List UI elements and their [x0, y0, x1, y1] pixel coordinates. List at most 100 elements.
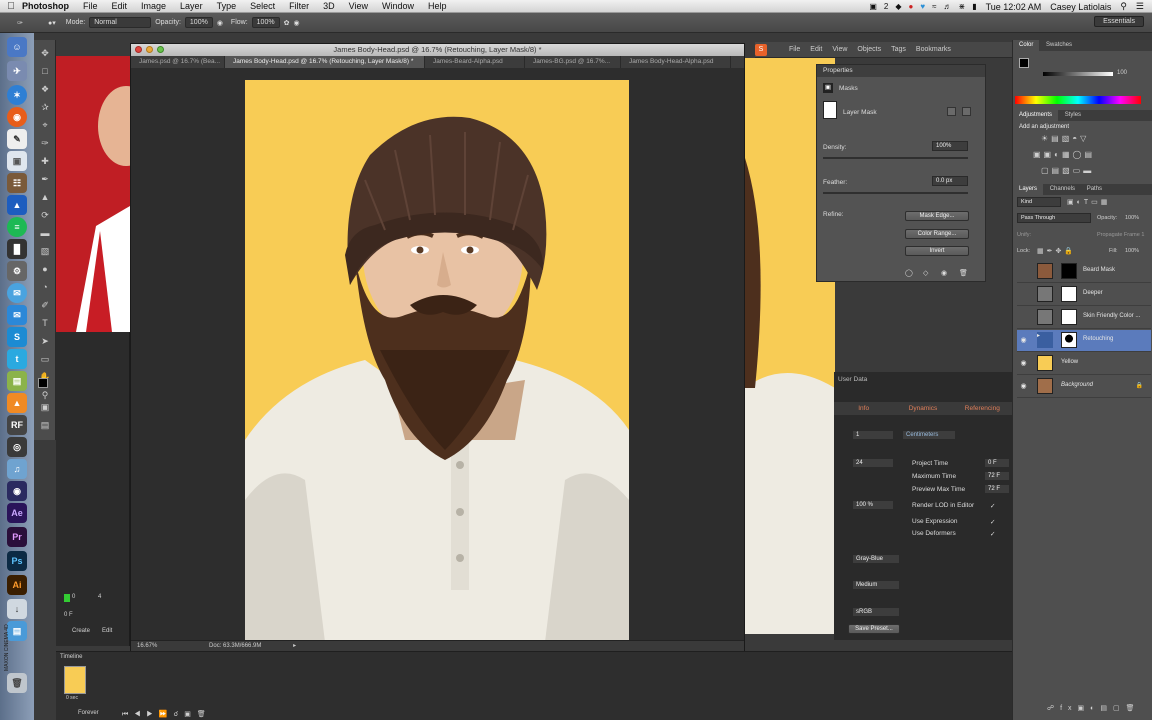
menu-3d[interactable]: 3D [323, 1, 335, 11]
zoom-window-icon[interactable] [157, 46, 164, 53]
camera-icon[interactable]: ▣ [869, 2, 877, 11]
user-data-header[interactable]: User Data [838, 376, 867, 383]
brush-tool-icon[interactable]: ✑ [0, 19, 40, 27]
after-effects-icon[interactable]: Ae [7, 503, 27, 523]
density-field[interactable]: 100% [932, 141, 968, 151]
status-arrow-icon[interactable]: ▸ [293, 643, 296, 649]
shape-tool-icon[interactable]: ▭ [38, 352, 52, 366]
layer-visibility-toggle[interactable] [1019, 267, 1028, 276]
record-icon[interactable]: ● [909, 2, 914, 11]
volume-icon[interactable]: ♬ [943, 2, 951, 11]
bridge-menu-tags[interactable]: Tags [891, 46, 906, 53]
battery-icon[interactable]: ▮ [972, 2, 976, 11]
gradient-tool-icon[interactable]: ▧ [38, 244, 52, 258]
move-tool-icon[interactable]: ✥ [38, 46, 52, 60]
launchpad-icon[interactable]: ✈ [7, 61, 27, 81]
load-selection-icon[interactable]: ◯ [905, 269, 913, 277]
paths-tab[interactable]: Paths [1082, 186, 1107, 192]
notification-count[interactable]: 2 [884, 2, 888, 11]
blend-mode-select[interactable]: Pass Through [1017, 213, 1091, 223]
twitter-icon[interactable]: ♥ [920, 2, 925, 11]
minimize-window-icon[interactable] [146, 46, 153, 53]
quick-mask-icon[interactable]: ▣ [38, 400, 52, 414]
layer-mask-thumb[interactable] [1061, 332, 1077, 348]
path-select-tool-icon[interactable]: ➤ [38, 334, 52, 348]
layer-filter-kind[interactable]: Kind [1017, 197, 1061, 207]
spotify-icon[interactable]: ≡ [7, 217, 27, 237]
menu-layer[interactable]: Layer [180, 1, 203, 11]
properties-header[interactable]: Properties [817, 65, 985, 77]
layer-mask-thumb[interactable] [1061, 263, 1077, 279]
finder-icon[interactable]: ☺ [7, 37, 27, 57]
propagate-frame-label[interactable]: Propagate Frame 1 [1097, 232, 1144, 238]
render-lod-checkbox[interactable]: ✓ [990, 502, 995, 510]
chrome-icon[interactable]: ◉ [7, 481, 27, 501]
calendar-icon[interactable]: ☷ [7, 173, 27, 193]
safari-icon[interactable]: ✶ [7, 85, 27, 105]
system-prefs-icon[interactable]: ⚙ [7, 261, 27, 281]
create-menu[interactable]: Create [72, 628, 90, 634]
c4d-tab-info[interactable]: Info [834, 402, 893, 415]
bridge-menu-edit[interactable]: Edit [810, 46, 822, 53]
layer-filter-icons[interactable]: ▣◐T▭▦ [1067, 198, 1110, 206]
user-name[interactable]: Casey Latiolais [1050, 2, 1111, 12]
doc-size[interactable]: Doc: 63.3M/666.9M [209, 643, 261, 649]
trash-icon[interactable]: 🗑 [7, 673, 27, 693]
playback-controls[interactable]: ⏮◀▶⏩☌▣🗑 [122, 710, 212, 719]
bridge-menu-file[interactable]: File [789, 46, 800, 53]
adjustment-icons-row-3[interactable]: ▢▤▧▭▬ [1041, 166, 1094, 175]
layers-tab[interactable]: Layers [1013, 184, 1044, 195]
layer-visibility-toggle[interactable] [1019, 290, 1028, 299]
pressure-opacity-icon[interactable]: ◉ [217, 19, 223, 27]
styles-tab[interactable]: Styles [1060, 112, 1086, 118]
doc-tab-body-head[interactable]: James Body-Head.psd @ 16.7% (Retouching,… [225, 56, 425, 68]
menu-help[interactable]: Help [428, 1, 447, 11]
textedit-icon[interactable]: ✎ [7, 129, 27, 149]
bridge-menu-bookmarks[interactable]: Bookmarks [916, 46, 951, 53]
twitter-app-icon[interactable]: t [7, 349, 27, 369]
quick-select-tool-icon[interactable]: ✰ [38, 100, 52, 114]
layer-row[interactable]: Skin Friendly Color ... [1017, 307, 1151, 329]
healing-tool-icon[interactable]: ✚ [38, 154, 52, 168]
menu-image[interactable]: Image [141, 1, 166, 11]
doc-tab-beard-alpha[interactable]: James-Beard-Alpha.psd [425, 56, 525, 68]
menu-edit[interactable]: Edit [112, 1, 128, 11]
layer-row[interactable]: Deeper [1017, 284, 1151, 306]
document-canvas[interactable] [245, 80, 629, 642]
color-panel-foreground[interactable] [1019, 58, 1029, 68]
use-deformers-checkbox[interactable]: ✓ [990, 530, 995, 538]
timeline-frame-thumb[interactable] [64, 666, 86, 694]
layer-visibility-toggle[interactable] [1019, 313, 1028, 322]
clock[interactable]: Tue 12:02 AM [986, 2, 1042, 12]
preview-max-time-field[interactable]: 72 F [984, 484, 1010, 494]
history-brush-tool-icon[interactable]: ⟳ [38, 208, 52, 222]
type-tool-icon[interactable]: T [38, 316, 52, 330]
rf-app-icon[interactable]: RF [7, 415, 27, 435]
marquee-tool-icon[interactable]: □ [38, 64, 52, 78]
frame-field[interactable]: 1 [852, 430, 894, 440]
timeline-title[interactable]: Timeline [60, 654, 82, 660]
layer-row-selected[interactable]: ◉ ▸ Retouching [1017, 330, 1151, 352]
edit-menu[interactable]: Edit [102, 628, 112, 634]
channels-tab[interactable]: Channels [1045, 186, 1080, 192]
layer-visibility-eye-icon[interactable]: ◉ [1019, 382, 1028, 391]
opacity-field[interactable]: 100% [184, 17, 213, 28]
close-window-icon[interactable] [135, 46, 142, 53]
gray-slider[interactable] [1043, 72, 1113, 76]
maximum-time-field[interactable]: 72 F [984, 471, 1010, 481]
premiere-icon[interactable]: Pr [7, 527, 27, 547]
preview-icon[interactable]: ▣ [7, 151, 27, 171]
foreground-color-swatch[interactable] [38, 378, 48, 388]
eraser-tool-icon[interactable]: ▬ [38, 226, 52, 240]
adjustment-icons-row-1[interactable]: ☀▤▧◓▽ [1041, 134, 1089, 143]
firefox-icon[interactable]: ◉ [7, 107, 27, 127]
doc-tab-james[interactable]: James.psd @ 16.7% (Bea... [131, 56, 225, 68]
bridge-menu-view[interactable]: View [832, 46, 847, 53]
color-profile-select[interactable]: sRGB [852, 607, 900, 617]
flow-field[interactable]: 100% [251, 17, 280, 28]
vlc-icon[interactable]: ▲ [7, 393, 27, 413]
eyedropper-tool-icon[interactable]: ✑ [38, 136, 52, 150]
color-spectrum-bar[interactable] [1015, 96, 1141, 104]
swatches-tab[interactable]: Swatches [1041, 42, 1077, 48]
layer-visibility-eye-icon[interactable]: ◉ [1019, 336, 1028, 345]
